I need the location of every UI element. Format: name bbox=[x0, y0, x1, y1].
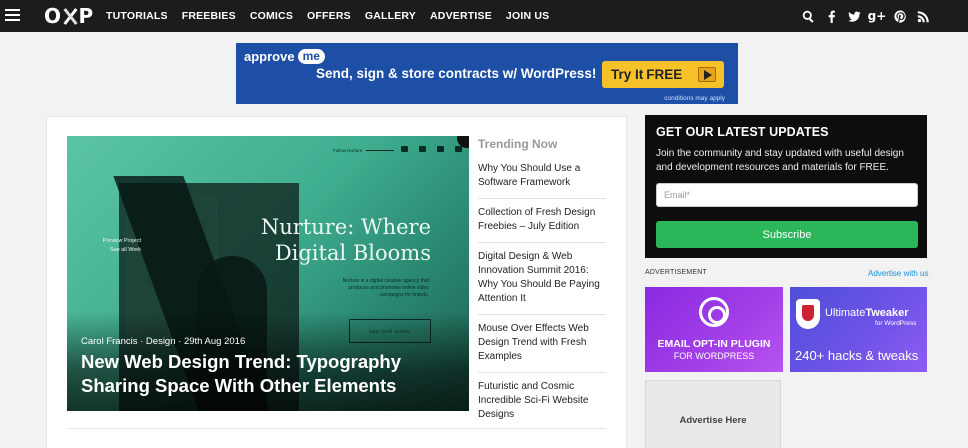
trending-now-list: Trending Now Why You Should Use a Softwa… bbox=[478, 136, 606, 437]
featured-article-title[interactable]: New Web Design Trend: Typography Sharing… bbox=[81, 350, 441, 398]
trending-item[interactable]: Futuristic and Cosmic Incredible Sci-Fi … bbox=[478, 380, 606, 430]
hero-follow-line: Follow Nurture bbox=[333, 148, 398, 153]
hero-preview-project: Preview Project bbox=[102, 238, 141, 244]
hero-follow-rule bbox=[366, 150, 395, 151]
optin-logo-icon bbox=[699, 297, 729, 327]
ad1-subtitle: FOR WORDPRESS bbox=[673, 351, 755, 361]
advertise-here-slot[interactable]: Advertise Here bbox=[645, 380, 781, 448]
ad2-name-ultimate: Ultimate bbox=[825, 307, 866, 319]
hero-see-all-work: See all Work bbox=[109, 247, 141, 253]
banner-cta-prefix: Try It bbox=[611, 67, 644, 82]
signup-description: Join the community and stay updated with… bbox=[656, 148, 904, 173]
twitter-icon[interactable] bbox=[847, 9, 861, 23]
facebook-icon bbox=[455, 146, 462, 152]
nav-offers[interactable]: OFFERS bbox=[307, 10, 351, 22]
logo-letter-p: P bbox=[78, 4, 94, 28]
ad2-hacks: 240+ hacks & tweaks bbox=[795, 348, 919, 363]
rss-icon[interactable] bbox=[916, 9, 930, 23]
trending-item[interactable]: Collection of Fresh Design Freebies – Ju… bbox=[478, 206, 606, 243]
arrow-right-icon bbox=[698, 67, 716, 82]
nav-comics[interactable]: COMICS bbox=[250, 10, 293, 22]
banner-brand-logo: approve me bbox=[244, 49, 325, 64]
nav-advertise[interactable]: ADVERTISE bbox=[430, 10, 492, 22]
main-menu: TUTORIALS FREEBIES COMICS OFFERS GALLERY… bbox=[106, 0, 563, 32]
site-logo[interactable]: OP bbox=[44, 3, 93, 29]
hero-image-description: Nurture is a digital creative agency tha… bbox=[342, 278, 429, 298]
ad2-subtitle: for WordPress bbox=[875, 320, 917, 327]
nav-freebies[interactable]: FREEBIES bbox=[182, 10, 236, 22]
hero-side-links: Preview Project See all Work bbox=[87, 237, 141, 255]
banner-cta-free: FREE bbox=[646, 67, 683, 82]
ad2-name-tweaker: Tweaker bbox=[865, 307, 909, 319]
social-links: g+ bbox=[792, 0, 930, 32]
youtube-icon bbox=[401, 146, 408, 152]
banner-conditions-note: conditions may apply bbox=[664, 95, 725, 102]
approveme-banner-ad[interactable]: approve me Send, sign & store contracts w… bbox=[236, 43, 738, 104]
top-navigation-bar: OP TUTORIALS FREEBIES COMICS OFFERS GALL… bbox=[0, 0, 968, 32]
featured-article[interactable]: Follow Nurture Preview Project See all W… bbox=[67, 136, 469, 411]
advertise-with-us-link[interactable]: Advertise with us bbox=[868, 269, 928, 278]
banner-try-free-button[interactable]: Try It FREE bbox=[602, 61, 724, 88]
nav-tutorials[interactable]: TUTORIALS bbox=[106, 10, 168, 22]
newsletter-signup: GET OUR LATEST UPDATES Join the communit… bbox=[645, 115, 927, 258]
facebook-icon[interactable] bbox=[824, 9, 838, 23]
email-optin-plugin-ad[interactable]: EMAIL OPT-IN PLUGIN FOR WORDPRESS bbox=[645, 287, 783, 372]
hero-image-title: Nurture: Where Digital Blooms bbox=[260, 215, 431, 265]
email-input[interactable]: Email* bbox=[656, 183, 918, 207]
banner-tagline: Send, sign & store contracts w/ WordPres… bbox=[316, 66, 597, 81]
ultimate-tweaker-ad[interactable]: UltimateTweaker for WordPress 240+ hacks… bbox=[790, 287, 927, 372]
trending-item[interactable]: Why You Should Use a Software Framework bbox=[478, 162, 606, 199]
subscribe-button[interactable]: Subscribe bbox=[656, 221, 918, 248]
banner-brand-me: me bbox=[297, 49, 325, 64]
banner-brand-text: approve bbox=[244, 49, 295, 64]
logo-x-mark bbox=[62, 7, 78, 25]
linkedin-icon bbox=[419, 146, 426, 152]
nav-gallery[interactable]: GALLERY bbox=[365, 10, 416, 22]
trending-item[interactable]: Digital Design & Web Innovation Summit 2… bbox=[478, 250, 606, 315]
signup-heading: GET OUR LATEST UPDATES bbox=[656, 125, 829, 139]
hero-follow-text: Follow Nurture bbox=[333, 148, 363, 153]
featured-article-meta[interactable]: Carol Francis · Design · 29th Aug 2016 bbox=[81, 336, 245, 347]
search-icon[interactable] bbox=[801, 9, 815, 23]
advertisement-label: ADVERTISEMENT bbox=[645, 269, 707, 276]
instagram-icon bbox=[437, 146, 444, 152]
logo-letter-o: O bbox=[44, 4, 61, 28]
hero-mini-icons bbox=[401, 146, 469, 152]
trending-item[interactable]: Mouse Over Effects Web Design Trend with… bbox=[478, 322, 606, 373]
shield-icon bbox=[796, 299, 820, 329]
menu-icon[interactable] bbox=[5, 9, 20, 22]
pinterest-icon[interactable] bbox=[893, 9, 907, 23]
ad2-product-name: UltimateTweaker bbox=[825, 307, 909, 319]
google-plus-icon[interactable]: g+ bbox=[868, 9, 887, 23]
nav-join-us[interactable]: JOIN US bbox=[506, 10, 549, 22]
content-divider bbox=[67, 428, 606, 429]
ad1-title: EMAIL OPT-IN PLUGIN bbox=[657, 338, 771, 350]
trending-heading: Trending Now bbox=[478, 137, 558, 151]
